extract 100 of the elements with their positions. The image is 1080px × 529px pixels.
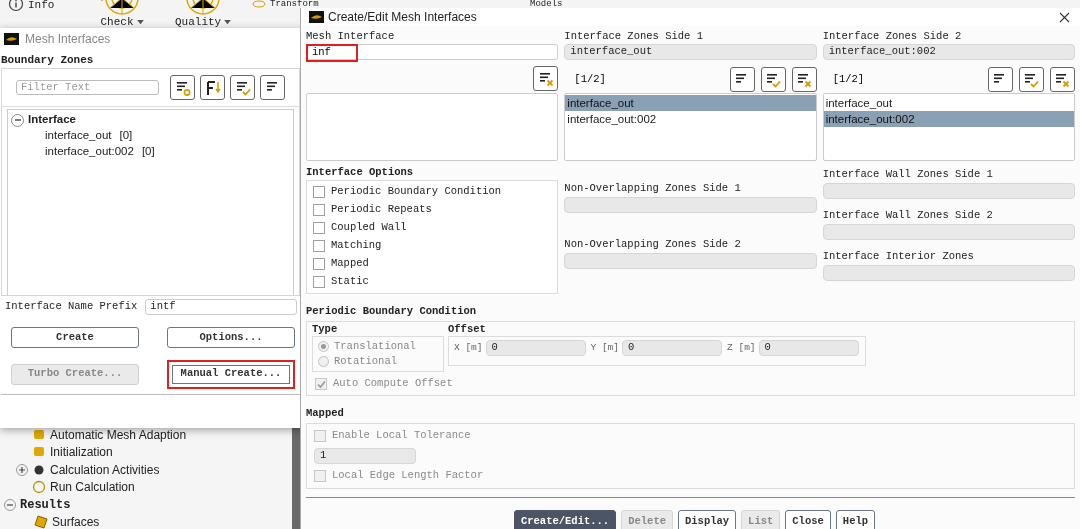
transform-icon <box>252 0 266 8</box>
dialog-button[interactable]: Close <box>785 510 831 529</box>
name-field[interactable]: inf <box>306 44 358 62</box>
zone-count: [0] <box>119 128 133 144</box>
zone-field[interactable]: interface_out <box>564 44 817 60</box>
checkbox[interactable] <box>313 186 325 198</box>
list-item[interactable]: interface_out <box>565 95 816 111</box>
checkbox-label: Mapped <box>331 256 369 272</box>
deselect-all-button[interactable] <box>791 67 817 92</box>
plus-icon <box>17 464 27 475</box>
checkbox-label: Static <box>331 274 369 290</box>
field-label: Non-Overlapping Zones Side 2 <box>564 238 742 251</box>
ribbon-button[interactable]: Transform <box>270 0 319 8</box>
dialog-button[interactable]: Help <box>835 510 876 529</box>
zone-count: [0] <box>141 144 155 160</box>
tree-item[interactable]: Surfaces <box>52 513 100 529</box>
list-item[interactable]: interface_out <box>823 95 1074 111</box>
section-title: Interface Options <box>306 166 415 179</box>
ribbon-button[interactable]: Info <box>28 0 55 11</box>
app-logo-icon <box>309 11 324 23</box>
field-label: X [m] <box>454 340 483 355</box>
zone-field[interactable]: interface_out:002 <box>822 44 1075 60</box>
dialog-button[interactable]: Create/Edit... <box>513 510 617 529</box>
field-label: Y [m] <box>590 340 620 355</box>
field-label: Interface Zones Side 1 <box>564 30 704 43</box>
field-label: Interface Name Prefix <box>5 299 138 315</box>
section-title: Offset <box>448 323 487 336</box>
deselect-all-button[interactable] <box>533 66 559 91</box>
checkbox[interactable] <box>313 204 325 216</box>
tolerance-field[interactable]: 1 <box>314 448 416 464</box>
ribbon-tab[interactable]: Models <box>530 0 563 8</box>
list-button[interactable] <box>988 67 1013 92</box>
section-title: Boundary Zones <box>1 53 95 68</box>
selection-count: [1/2] <box>832 71 865 87</box>
field-label: Interface Wall Zones Side 1 <box>822 168 994 181</box>
window-title: Mesh Interfaces <box>25 31 111 48</box>
select-all-button[interactable] <box>230 75 255 100</box>
surface-icon <box>34 515 48 529</box>
radio-label: Rotational <box>334 353 397 369</box>
section-title: Type <box>312 323 339 336</box>
offset-field[interactable]: 0 <box>622 340 723 356</box>
offset-field[interactable]: 0 <box>485 340 586 356</box>
tree-item[interactable]: interface_out <box>45 127 112 145</box>
section-title: Periodic Boundary Condition <box>306 305 477 317</box>
check-icon <box>316 379 326 389</box>
checkbox-label: Auto Compute Offset <box>333 376 453 392</box>
list-item[interactable]: interface_out:002 <box>565 111 816 127</box>
select-all-button[interactable] <box>1019 67 1044 92</box>
checkbox[interactable] <box>313 276 325 288</box>
checkbox-label: Matching <box>331 238 382 254</box>
field-label: Non-Overlapping Zones Side 1 <box>564 182 742 195</box>
list-box[interactable]: interface_out interface_out:002 <box>822 93 1075 161</box>
list-box[interactable]: interface_out interface_out:002 <box>564 93 817 161</box>
list-button[interactable] <box>260 75 285 100</box>
tree-item[interactable]: Run Calculation <box>50 478 135 497</box>
checkbox-label: Local Edge Length Factor <box>332 468 484 484</box>
tree-item[interactable]: Calculation Activities <box>50 460 160 479</box>
prefix-field[interactable]: intf <box>145 299 298 315</box>
ribbon-button[interactable]: Quality <box>175 16 222 28</box>
dialog-button[interactable]: Display <box>678 510 737 529</box>
window-title: Create/Edit Mesh Interfaces <box>328 9 477 26</box>
tree-item[interactable]: Automatic Mesh Adaption <box>50 425 187 444</box>
field-label: Interface Interior Zones <box>822 250 975 263</box>
tree-item[interactable]: interface_out:002 <box>45 143 134 161</box>
checkbox-label: Enable Local Tolerance <box>332 428 471 444</box>
checkbox-label: Periodic Repeats <box>331 202 432 218</box>
radio-label: Translational <box>334 338 416 354</box>
section-title: Mapped <box>306 407 344 419</box>
checkbox[interactable] <box>313 240 325 252</box>
field-label: Z [m] <box>727 340 756 355</box>
list-button[interactable] <box>729 67 755 92</box>
select-all-button[interactable] <box>760 67 786 92</box>
ribbon-button[interactable]: Check <box>100 16 134 28</box>
close-icon <box>1058 11 1070 23</box>
zone-field[interactable] <box>822 224 1075 240</box>
sort-button[interactable] <box>200 75 225 100</box>
dialog-button[interactable]: Manual Create... <box>167 359 295 389</box>
zone-field[interactable] <box>822 265 1075 281</box>
list-item[interactable]: interface_out:002 <box>823 111 1074 127</box>
tree-section[interactable]: Results <box>20 495 71 514</box>
dialog-button[interactable]: Create <box>11 327 139 349</box>
app-logo-icon <box>4 33 19 45</box>
zone-field[interactable] <box>564 197 817 213</box>
filter-list-button[interactable] <box>170 75 195 100</box>
minus-icon <box>13 116 22 124</box>
field-label: Mesh Interface <box>306 30 396 43</box>
filter-field[interactable]: Filter Text <box>16 80 159 95</box>
deselect-all-button[interactable] <box>1050 67 1075 92</box>
field-label: Interface Wall Zones Side 2 <box>822 209 994 222</box>
checkbox[interactable] <box>313 222 325 234</box>
zone-field[interactable] <box>822 183 1075 199</box>
info-icon <box>8 0 24 12</box>
selection-count: [1/2] <box>574 71 606 87</box>
offset-field[interactable]: 0 <box>758 340 859 356</box>
dialog-button[interactable]: Options... <box>167 327 295 349</box>
tree-item[interactable]: Initialization <box>50 443 113 462</box>
checkbox[interactable] <box>313 258 325 270</box>
zone-field[interactable] <box>564 253 817 269</box>
checkbox-label: Coupled Wall <box>331 220 407 236</box>
tree-group[interactable]: Interface <box>28 111 76 129</box>
